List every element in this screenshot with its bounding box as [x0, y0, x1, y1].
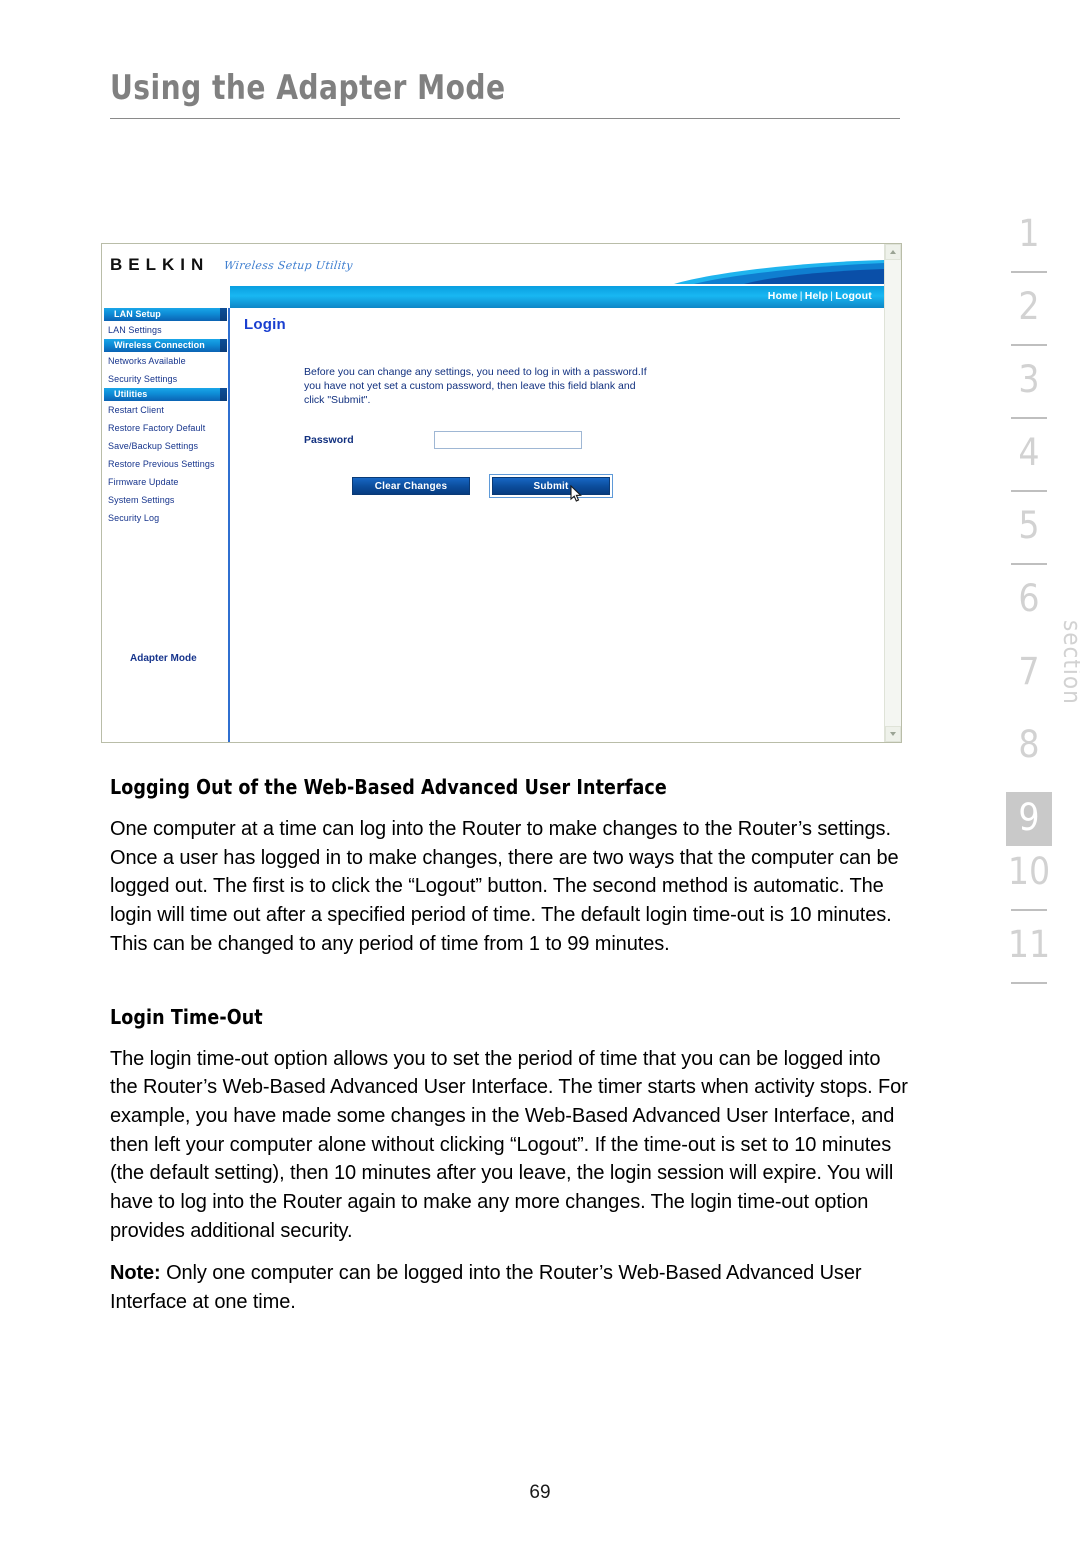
router-ui-viewport: BELKIN Wireless Setup Utility Home | Help |… [102, 244, 884, 742]
vertical-scrollbar[interactable] [884, 244, 901, 742]
section-tab-9-active[interactable]: 9 [1006, 792, 1052, 846]
section-tab-number: 7 [1018, 650, 1040, 693]
paragraph-logging-out: One computer at a time can log into the … [110, 818, 899, 955]
tab-divider [1011, 490, 1047, 492]
section-tab-5[interactable]: 5 [1006, 500, 1052, 573]
sidebar-item-security-log[interactable]: Security Log [102, 509, 228, 527]
sidebar-item-restore-factory-default[interactable]: Restore Factory Default [102, 419, 228, 437]
top-nav-band: Home | Help | Logout [102, 286, 884, 308]
password-label: Password [304, 434, 354, 446]
clear-changes-button[interactable]: Clear Changes [352, 477, 470, 495]
page-title: Using the Adapter Mode [110, 68, 506, 108]
note-text: Only one computer can be logged into the… [110, 1262, 862, 1314]
sidebar-item-system-settings[interactable]: System Settings [102, 491, 228, 509]
nav-links: Home | Help | Logout [768, 290, 872, 302]
nav-band-spacer [102, 286, 230, 308]
section-tab-8[interactable]: 8 [1006, 719, 1052, 792]
login-instructions: Before you can change any settings, you … [304, 366, 647, 406]
login-button-row: Clear Changes Submit [352, 474, 884, 502]
section-tab-number: 2 [1018, 285, 1040, 328]
sidebar-item-save-backup-settings[interactable]: Save/Backup Settings [102, 437, 228, 455]
section-rail-label: section [1058, 620, 1080, 705]
page-header: Using the Adapter Mode [110, 68, 900, 119]
sidebar-item-lan-settings[interactable]: LAN Settings [102, 321, 228, 339]
tab-divider [1011, 982, 1047, 984]
sidebar-item-networks-available[interactable]: Networks Available [102, 352, 228, 370]
nav-separator-1: | [799, 290, 803, 302]
sidebar-group-lan-setup: LAN Setup [104, 308, 227, 321]
nav-separator-2: | [830, 290, 834, 302]
section-tab-number: 10 [1007, 850, 1051, 893]
section-tab-number: 5 [1018, 504, 1040, 547]
brand-bar: BELKIN Wireless Setup Utility [102, 244, 884, 286]
router-ui-screenshot: BELKIN Wireless Setup Utility Home | Help |… [101, 243, 902, 743]
login-heading: Login [244, 316, 286, 333]
home-link[interactable]: Home [768, 290, 798, 302]
section-tab-number: 6 [1018, 577, 1040, 620]
sidebar-nav: LAN Setup LAN Settings Wireless Connecti… [102, 308, 230, 742]
scroll-down-button[interactable] [885, 726, 901, 742]
logout-link[interactable]: Logout [835, 290, 872, 302]
section-tab-number: 1 [1018, 212, 1040, 255]
tab-divider [1011, 271, 1047, 273]
tab-divider [1011, 909, 1047, 911]
login-panel: Login Before you can change any settings… [232, 308, 884, 742]
section-tab-4[interactable]: 4 [1006, 427, 1052, 500]
belkin-logo: BELKIN [110, 255, 210, 274]
section-tab-number: 8 [1018, 723, 1040, 766]
note-label: Note: [110, 1262, 161, 1285]
sidebar-item-restart-client[interactable]: Restart Client [102, 401, 228, 419]
sidebar-item-security-settings[interactable]: Security Settings [102, 370, 228, 388]
section-tab-rail: 1 2 3 4 5 6 7 8 9 10 11 [1006, 208, 1052, 992]
section-tab-7[interactable]: 7 [1006, 646, 1052, 719]
page-number: 69 [529, 1482, 551, 1503]
header-divider [110, 118, 900, 119]
sidebar-item-restore-previous-settings[interactable]: Restore Previous Settings [102, 455, 228, 473]
password-field-row: Password [304, 431, 884, 449]
tab-divider [1011, 417, 1047, 419]
sidebar-group-wireless-connection: Wireless Connection [104, 339, 227, 352]
section-tab-number: 9 [1018, 796, 1040, 839]
chevron-up-icon [890, 250, 896, 254]
section-tab-number: 3 [1018, 358, 1040, 401]
section-tab-number: 4 [1018, 431, 1040, 474]
tab-divider [1011, 563, 1047, 565]
section-tab-1[interactable]: 1 [1006, 208, 1052, 281]
sidebar-group-utilities: Utilities [104, 388, 227, 401]
section-tab-6[interactable]: 6 [1006, 573, 1052, 646]
brand-tagline: Wireless Setup Utility [223, 259, 354, 272]
section-tab-11[interactable]: 11 [1006, 919, 1052, 992]
note-paragraph: Note: Only one computer can be logged in… [110, 1259, 908, 1316]
section-tab-10[interactable]: 10 [1006, 846, 1052, 919]
submit-button[interactable]: Submit [489, 474, 613, 498]
section-tab-number: 11 [1007, 923, 1051, 966]
section-tab-3[interactable]: 3 [1006, 354, 1052, 427]
sidebar-item-firmware-update[interactable]: Firmware Update [102, 473, 228, 491]
help-link[interactable]: Help [805, 290, 829, 302]
article-body: Logging Out of the Web-Based Advanced Us… [110, 775, 908, 1331]
chevron-down-icon [890, 732, 896, 736]
router-ui-body: LAN Setup LAN Settings Wireless Connecti… [102, 308, 884, 742]
scroll-up-button[interactable] [885, 244, 901, 260]
paragraph-login-timeout: The login time-out option allows you to … [110, 1047, 908, 1242]
password-input[interactable] [434, 431, 582, 449]
section-heading-logging-out: Logging Out of the Web-Based Advanced Us… [110, 775, 667, 799]
tab-divider [1011, 344, 1047, 346]
swoosh-graphic [554, 260, 884, 286]
section-tab-2[interactable]: 2 [1006, 281, 1052, 354]
section-heading-login-timeout: Login Time-Out [110, 1004, 263, 1029]
adapter-mode-label: Adapter Mode [130, 653, 197, 664]
